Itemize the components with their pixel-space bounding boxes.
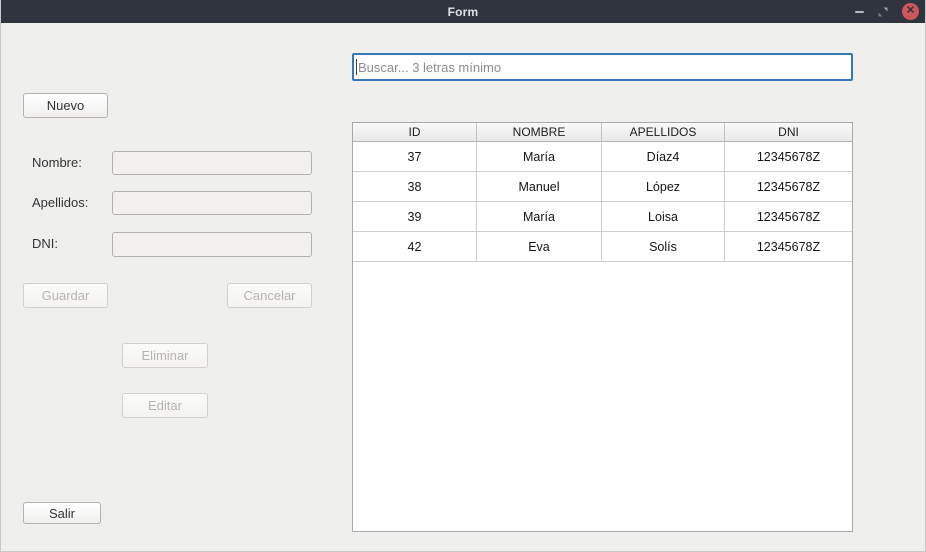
close-button[interactable]: ✕	[902, 3, 919, 20]
table-row[interactable]: 42EvaSolís12345678Z	[353, 232, 852, 262]
column-header-dni[interactable]: DNI	[725, 123, 852, 142]
cell-nombre: Eva	[477, 232, 602, 261]
cell-dni: 12345678Z	[725, 172, 852, 201]
restore-icon	[878, 7, 888, 17]
cell-id: 37	[353, 142, 477, 171]
cell-dni: 12345678Z	[725, 232, 852, 261]
dni-label: DNI:	[32, 236, 58, 251]
cell-dni: 12345678Z	[725, 142, 852, 171]
titlebar[interactable]: Form ✕	[1, 0, 925, 23]
minimize-button[interactable]	[855, 11, 864, 13]
cell-apellidos: Solís	[602, 232, 725, 261]
nuevo-button[interactable]: Nuevo	[23, 93, 108, 118]
column-header-apellidos[interactable]: APELLIDOS	[602, 123, 725, 142]
column-header-id[interactable]: ID	[353, 123, 477, 142]
search-input[interactable]	[352, 53, 853, 81]
table-body: 37MaríaDíaz412345678Z38ManuelLópez123456…	[353, 142, 852, 262]
text-caret	[356, 59, 357, 75]
salir-button[interactable]: Salir	[23, 502, 101, 524]
app-window: Form ✕ Nuevo Nombre: Apellidos: DNI: Gua…	[0, 0, 926, 552]
eliminar-button[interactable]: Eliminar	[122, 343, 208, 368]
nombre-field[interactable]	[112, 151, 312, 175]
cell-nombre: Manuel	[477, 172, 602, 201]
cell-id: 42	[353, 232, 477, 261]
apellidos-label: Apellidos:	[32, 195, 88, 210]
close-icon: ✕	[906, 6, 915, 17]
records-table: ID NOMBRE APELLIDOS DNI 37MaríaDíaz41234…	[352, 122, 853, 532]
window-controls: ✕	[855, 0, 919, 23]
cell-apellidos: López	[602, 172, 725, 201]
table-header: ID NOMBRE APELLIDOS DNI	[353, 123, 852, 142]
apellidos-field[interactable]	[112, 191, 312, 215]
restore-button[interactable]	[878, 7, 888, 17]
minimize-icon	[855, 11, 864, 13]
guardar-button[interactable]: Guardar	[23, 283, 108, 308]
table-row[interactable]: 39MaríaLoisa12345678Z	[353, 202, 852, 232]
cell-apellidos: Díaz4	[602, 142, 725, 171]
cancelar-button[interactable]: Cancelar	[227, 283, 312, 308]
cell-id: 39	[353, 202, 477, 231]
window-title: Form	[448, 5, 479, 19]
table-row[interactable]: 37MaríaDíaz412345678Z	[353, 142, 852, 172]
editar-button[interactable]: Editar	[122, 393, 208, 418]
cell-dni: 12345678Z	[725, 202, 852, 231]
cell-apellidos: Loisa	[602, 202, 725, 231]
cell-nombre: María	[477, 142, 602, 171]
cell-nombre: María	[477, 202, 602, 231]
column-header-nombre[interactable]: NOMBRE	[477, 123, 602, 142]
table-row[interactable]: 38ManuelLópez12345678Z	[353, 172, 852, 202]
nombre-label: Nombre:	[32, 155, 82, 170]
dni-field[interactable]	[112, 232, 312, 257]
cell-id: 38	[353, 172, 477, 201]
